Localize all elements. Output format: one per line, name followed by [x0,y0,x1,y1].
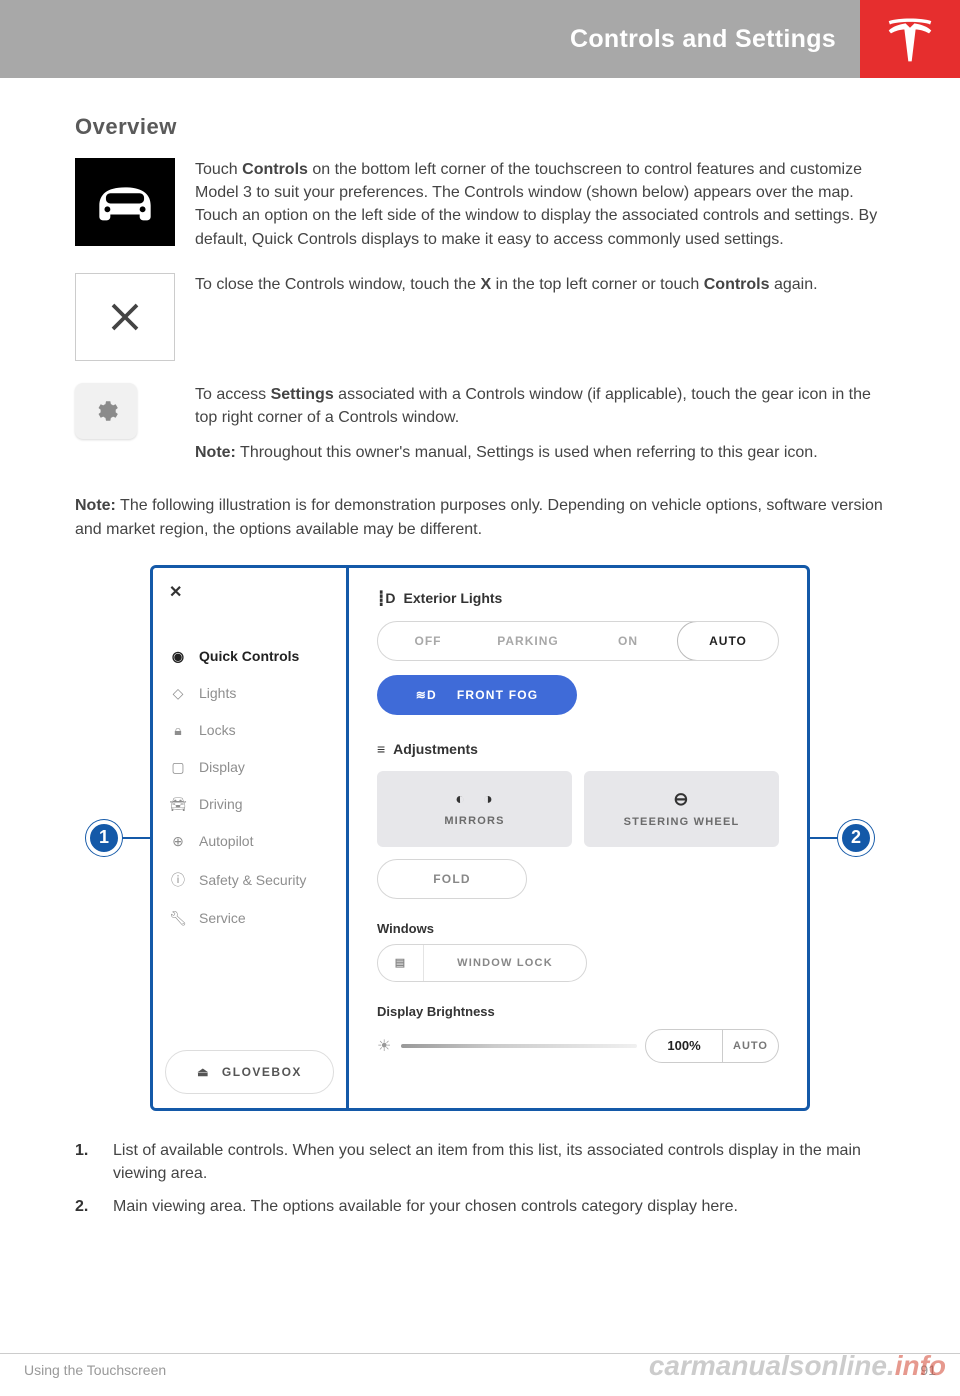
seg-parking[interactable]: PARKING [478,622,578,660]
tesla-logo [860,0,960,78]
sidebar: ✕ ◉Quick Controls ◇Lights 🔒︎Locks ▢Displ… [153,568,349,1108]
seg-off[interactable]: OFF [378,622,478,660]
list-item-2: 2. Main viewing area. The options availa… [75,1195,885,1218]
nav-quick-controls[interactable]: ◉Quick Controls [165,638,334,675]
service-icon: 🔧︎ [169,910,187,927]
mirrors-icon: ◐ ◑ [455,791,494,809]
mirrors-tile[interactable]: ◐ ◑ MIRRORS [377,771,572,847]
nav-safety[interactable]: ⓘSafety & Security [165,860,334,900]
para-close: To close the Controls window, touch the … [195,273,818,361]
steering-tile[interactable]: ⊖ STEERING WHEEL [584,771,779,847]
row-close-thumb: To close the Controls window, touch the … [75,273,885,361]
brightness-slider[interactable] [401,1044,637,1048]
window-lock-button[interactable]: ▤ WINDOW LOCK [377,944,587,982]
settings-gear-thumb [75,383,137,439]
controls-app-icon [75,158,175,246]
page-title: Controls and Settings [570,25,836,54]
illustration: 1 ✕ ◉Quick Controls ◇Lights 🔒︎Locks ▢Dis… [75,565,885,1111]
nav-service[interactable]: 🔧︎Service [165,900,334,937]
window-icon: ▤ [378,945,424,981]
glovebox-icon: ⏏︎ [197,1065,210,1079]
gear-icon [93,398,119,424]
brightness-auto[interactable]: AUTO [723,1029,779,1063]
controls-screen: ✕ ◉Quick Controls ◇Lights 🔒︎Locks ▢Displ… [150,565,810,1111]
front-fog-button[interactable]: ≋D FRONT FOG [377,675,577,715]
lights-segment[interactable]: OFF PARKING ON AUTO [377,621,779,661]
nav-locks[interactable]: 🔒︎Locks [165,712,334,749]
glovebox-button[interactable]: ⏏︎ GLOVEBOX [165,1050,334,1094]
para-controls: Touch Controls on the bottom left corner… [195,158,885,251]
lights-icon: ◇ [169,685,187,702]
header-band: Controls and Settings [0,0,960,78]
section-overview-heading: Overview [75,114,885,140]
sun-icon: ☀︎ [377,1036,391,1056]
para-settings: To access Settings associated with a Con… [195,383,885,465]
headlight-icon: ┋D [377,590,396,607]
nav-autopilot[interactable]: ⊕Autopilot [165,823,334,860]
fold-button[interactable]: FOLD [377,859,527,899]
callout-line-left [122,837,150,839]
close-button[interactable]: ✕ [165,582,334,602]
ordered-list: 1. List of available controls. When you … [75,1139,885,1219]
nav-lights[interactable]: ◇Lights [165,675,334,712]
seg-on[interactable]: ON [578,622,678,660]
row-controls-thumb: Touch Controls on the bottom left corner… [75,158,885,251]
nav-driving[interactable]: 🚘︎Driving [165,786,334,823]
tesla-t-icon [882,11,938,67]
callout-line-right [810,837,838,839]
close-thumb [75,273,175,361]
watermark: carmanualsonline.info [649,1350,946,1382]
autopilot-icon: ⊕ [169,833,187,850]
brightness-head: Display Brightness [377,1004,779,1019]
content: Overview Touch Controls on the bottom le… [0,78,960,1218]
steering-icon: ⊖ [673,789,689,810]
row-settings-thumb: To access Settings associated with a Con… [75,383,885,465]
callout-1: 1 [86,820,122,856]
brightness-value: 100% [645,1029,723,1063]
sliders-icon: ≡ [377,741,385,757]
callout-2: 2 [838,820,874,856]
windows-head: Windows [377,921,779,936]
nav-display[interactable]: ▢Display [165,749,334,786]
seg-auto[interactable]: AUTO [677,621,779,661]
driving-icon: 🚘︎ [169,796,187,813]
footer-left: Using the Touchscreen [24,1362,166,1378]
quick-controls-icon: ◉ [169,648,187,665]
fog-icon: ≋D [416,688,437,702]
close-icon [107,299,143,335]
note-illustration: Note: The following illustration is for … [75,494,885,540]
safety-icon: ⓘ [169,870,187,890]
exterior-lights-head: ┋DExterior Lights [377,590,779,607]
car-front-icon [88,180,162,224]
list-item-1: 1. List of available controls. When you … [75,1139,885,1185]
main-panel: ┋DExterior Lights OFF PARKING ON AUTO ≋D… [349,568,807,1108]
display-icon: ▢ [169,759,187,776]
lock-icon: 🔒︎ [169,722,187,739]
adjustments-head: ≡Adjustments [377,741,779,757]
